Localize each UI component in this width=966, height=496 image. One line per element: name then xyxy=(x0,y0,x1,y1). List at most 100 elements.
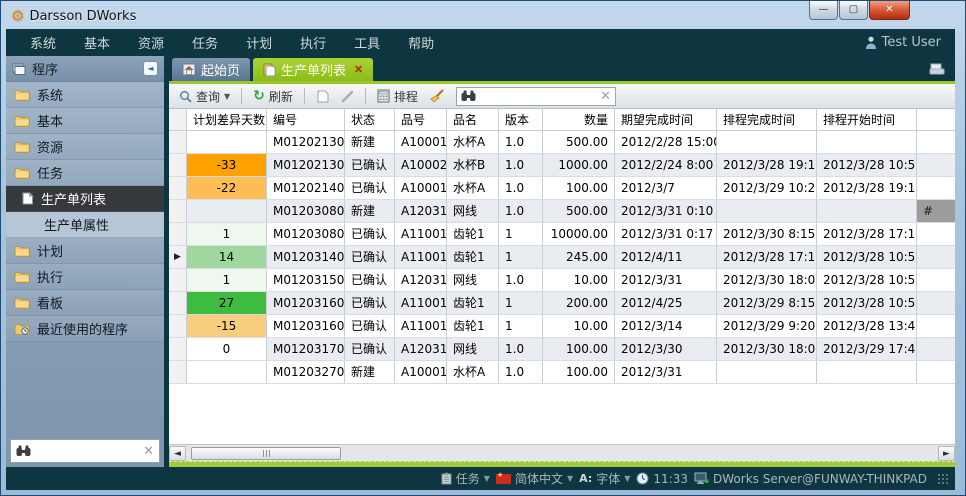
column-header-diff[interactable]: 计划差异天数 xyxy=(187,109,267,130)
cell-name[interactable]: 齿轮1 xyxy=(447,223,499,245)
cell-name[interactable]: 齿轮1 xyxy=(447,246,499,268)
table-row[interactable]: 1M012031501已确认A12031网线1.010.002012/3/312… xyxy=(169,269,955,292)
sidebar-collapse-button[interactable]: ◄ xyxy=(143,61,158,76)
cell-name[interactable]: 水杯A xyxy=(447,131,499,153)
column-header-name[interactable]: 品名 xyxy=(447,109,499,130)
sidebar-item-4[interactable]: 生产单列表 xyxy=(6,186,164,212)
row-indicator[interactable] xyxy=(169,315,187,337)
cell-end[interactable]: 2012/3/29 9:20 xyxy=(717,315,817,337)
cell-no[interactable]: M012031601 xyxy=(267,292,345,314)
cell-diff[interactable] xyxy=(187,131,267,153)
clean-button[interactable] xyxy=(426,87,448,105)
column-header-no[interactable]: 编号 xyxy=(267,109,345,130)
row-indicator[interactable]: ▶ xyxy=(169,246,187,268)
sidebar-item-8[interactable]: 看板 xyxy=(6,290,164,316)
cell-diff[interactable]: -33 xyxy=(187,154,267,176)
cell-qty[interactable]: 10000.00 xyxy=(543,223,615,245)
cell-name[interactable]: 网线 xyxy=(447,338,499,360)
cell-end[interactable]: 2012/3/30 8:15 xyxy=(717,223,817,245)
cell-extra[interactable] xyxy=(917,131,955,153)
cell-no[interactable]: M012031602 xyxy=(267,315,345,337)
cell-no[interactable]: M012021401 xyxy=(267,177,345,199)
cell-start[interactable] xyxy=(817,200,917,222)
cell-diff[interactable]: 27 xyxy=(187,292,267,314)
cell-end[interactable]: 2012/3/29 8:15 xyxy=(717,292,817,314)
cell-ver[interactable]: 1.0 xyxy=(499,177,543,199)
cell-diff[interactable]: -22 xyxy=(187,177,267,199)
sidebar-item-0[interactable]: 系统 xyxy=(6,82,164,108)
cell-qty[interactable]: 500.00 xyxy=(543,200,615,222)
cell-diff[interactable]: 1 xyxy=(187,269,267,291)
cell-status[interactable]: 新建 xyxy=(345,131,395,153)
cell-status[interactable]: 已确认 xyxy=(345,246,395,268)
cell-extra[interactable] xyxy=(917,154,955,176)
cell-qty[interactable]: 100.00 xyxy=(543,338,615,360)
cell-qty[interactable]: 10.00 xyxy=(543,269,615,291)
cell-extra[interactable] xyxy=(917,269,955,291)
menu-item-3[interactable]: 任务 xyxy=(178,33,232,52)
row-indicator[interactable] xyxy=(169,361,187,383)
cell-due[interactable]: 2012/3/30 xyxy=(615,338,717,360)
cell-end[interactable]: 2012/3/28 19:10 xyxy=(717,154,817,176)
cell-part[interactable]: A11001 xyxy=(395,292,447,314)
sidebar-item-3[interactable]: 任务 xyxy=(6,160,164,186)
cell-part[interactable]: A11001 xyxy=(395,315,447,337)
cell-ver[interactable]: 1 xyxy=(499,315,543,337)
sidebar-item-1[interactable]: 基本 xyxy=(6,108,164,134)
cell-name[interactable]: 网线 xyxy=(447,200,499,222)
tab-start-page[interactable]: 起始页 xyxy=(172,58,250,81)
cell-diff[interactable]: 0 xyxy=(187,338,267,360)
cell-start[interactable]: 2012/3/28 17:13 xyxy=(817,223,917,245)
cell-status[interactable]: 新建 xyxy=(345,361,395,383)
cell-due[interactable]: 2012/2/28 15:00 xyxy=(615,131,717,153)
cell-part[interactable]: A10001 xyxy=(395,177,447,199)
cell-diff[interactable]: 14 xyxy=(187,246,267,268)
table-row[interactable]: M012021301新建A10001水杯A1.0500.002012/2/28 … xyxy=(169,131,955,154)
row-indicator[interactable] xyxy=(169,292,187,314)
query-button[interactable]: 查询 ▼ xyxy=(175,86,234,107)
menu-item-6[interactable]: 工具 xyxy=(340,33,394,52)
row-indicator[interactable] xyxy=(169,154,187,176)
cell-end[interactable] xyxy=(717,131,817,153)
cell-ver[interactable]: 1 xyxy=(499,292,543,314)
cell-status[interactable]: 已确认 xyxy=(345,177,395,199)
cell-due[interactable]: 2012/3/7 xyxy=(615,177,717,199)
cell-extra[interactable] xyxy=(917,292,955,314)
sidebar-search-clear-icon[interactable]: ✕ xyxy=(143,444,154,459)
cell-diff[interactable] xyxy=(187,361,267,383)
cell-status[interactable]: 已确认 xyxy=(345,292,395,314)
cell-ver[interactable]: 1.0 xyxy=(499,154,543,176)
cell-part[interactable]: A10002 xyxy=(395,154,447,176)
cell-no[interactable]: M012031501 xyxy=(267,269,345,291)
cell-due[interactable]: 2012/3/31 0:10 xyxy=(615,200,717,222)
maximize-button[interactable]: ▢ xyxy=(839,1,868,20)
cell-qty[interactable]: 1000.00 xyxy=(543,154,615,176)
table-row[interactable]: -22M012021401已确认A10001水杯A1.0100.002012/3… xyxy=(169,177,955,200)
close-button[interactable]: ✕ xyxy=(869,1,910,20)
row-indicator[interactable] xyxy=(169,177,187,199)
menu-item-2[interactable]: 资源 xyxy=(124,33,178,52)
sidebar-item-9[interactable]: 最近使用的程序 xyxy=(6,316,164,342)
row-indicator[interactable] xyxy=(169,131,187,153)
table-row[interactable]: -33M012021302已确认A10002水杯B1.01000.002012/… xyxy=(169,154,955,177)
sidebar-item-2[interactable]: 资源 xyxy=(6,134,164,160)
column-header-ver[interactable]: 版本 xyxy=(499,109,543,130)
menu-item-7[interactable]: 帮助 xyxy=(394,33,448,52)
cell-name[interactable]: 水杯A xyxy=(447,361,499,383)
toolbar-search-input[interactable] xyxy=(476,89,600,103)
cell-qty[interactable]: 100.00 xyxy=(543,361,615,383)
sidebar-item-6[interactable]: 计划 xyxy=(6,238,164,264)
cell-ver[interactable]: 1 xyxy=(499,223,543,245)
column-header-part[interactable]: 品号 xyxy=(395,109,447,130)
cell-qty[interactable]: 500.00 xyxy=(543,131,615,153)
cell-status[interactable]: 已确认 xyxy=(345,154,395,176)
cell-due[interactable]: 2012/4/11 xyxy=(615,246,717,268)
cell-diff[interactable]: 1 xyxy=(187,223,267,245)
cell-status[interactable]: 已确认 xyxy=(345,223,395,245)
language-dropdown[interactable]: 简体中文 ▼ xyxy=(496,470,573,487)
column-header-qty[interactable]: 数量 xyxy=(543,109,615,130)
cell-due[interactable]: 2012/3/14 xyxy=(615,315,717,337)
cell-end[interactable]: 2012/3/29 10:20 xyxy=(717,177,817,199)
window-list-icon[interactable] xyxy=(929,63,945,75)
cell-end[interactable]: 2012/3/30 18:00 xyxy=(717,269,817,291)
